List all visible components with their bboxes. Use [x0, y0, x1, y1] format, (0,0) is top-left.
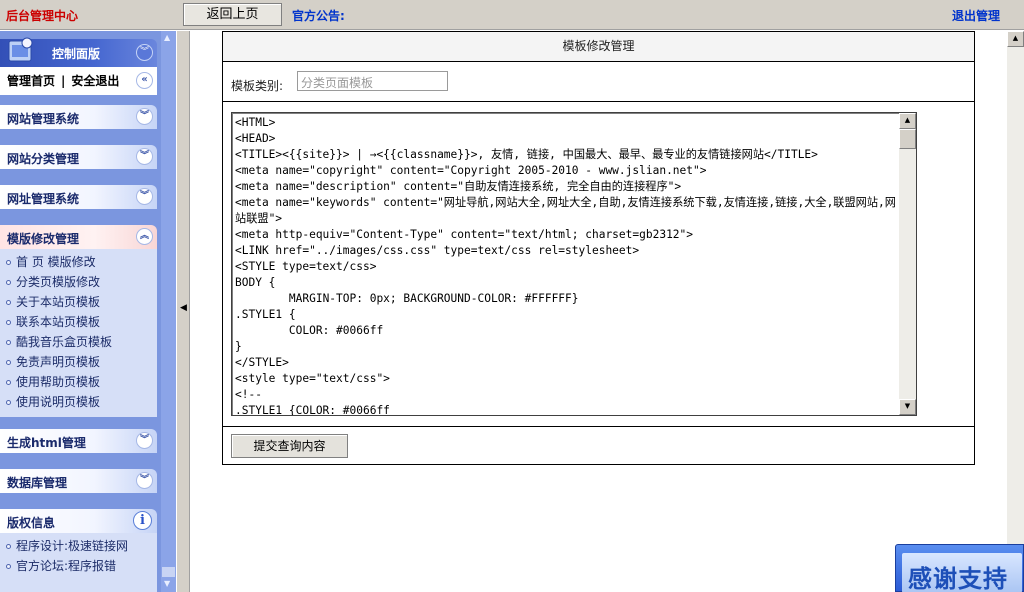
control-panel-header: 控制面版 ︾ [0, 37, 157, 67]
sidebar-item-about-template[interactable]: 关于本站页模板 [6, 293, 100, 310]
form-title: 模板修改管理 [223, 32, 974, 62]
section-title: 数据库管理 [7, 476, 68, 490]
bullet-icon [6, 360, 11, 365]
scroll-up-icon[interactable]: ▲ [899, 113, 916, 129]
official-forum-link[interactable]: 官方论坛:程序报错 [6, 557, 116, 574]
category-row: 模板类别: 分类页面模板 [223, 62, 974, 102]
template-edit-form: 模板修改管理 模板类别: 分类页面模板 <HTML> <HEAD> <TITLE… [222, 31, 975, 465]
category-label: 模板类别: [231, 79, 284, 93]
submit-button[interactable]: 提交查询内容 [231, 434, 348, 458]
template-code[interactable]: <HTML> <HEAD> <TITLE><{{site}}> | →<{{cl… [235, 115, 899, 415]
thanks-support-badge[interactable]: 感谢支持 [895, 544, 1024, 592]
sidebar-section-category-management[interactable]: 网站分类管理 ︾ [0, 145, 157, 169]
bullet-icon [6, 300, 11, 305]
bullet-icon [6, 564, 11, 569]
section-title: 生成html管理 [7, 436, 86, 450]
sidebar-scrollbar[interactable]: ▲ ▼ [161, 31, 176, 592]
sidebar-section-database-management[interactable]: 数据库管理 ︾ [0, 469, 157, 493]
sidebar-item-category-template[interactable]: 分类页模版修改 [6, 273, 100, 290]
control-panel-title: 控制面版 [52, 47, 101, 61]
section-title: 网站分类管理 [7, 152, 80, 166]
scroll-down-icon[interactable]: ▼ [164, 579, 170, 588]
submit-row: 提交查询内容 [223, 427, 974, 464]
sidebar-section-site-management[interactable]: 网站管理系统 ︾ [0, 105, 157, 129]
main-content: 模板修改管理 模板类别: 分类页面模板 <HTML> <HEAD> <TITLE… [191, 31, 1007, 592]
sidebar-item-usage-template[interactable]: 使用说明页模板 [6, 393, 100, 410]
thanks-support-text: 感谢支持 [908, 565, 1008, 592]
scroll-up-icon[interactable]: ▲ [1007, 31, 1024, 47]
sidebar-section-url-management[interactable]: 网址管理系统 ︾ [0, 185, 157, 209]
top-bar: 后台管理中心 返回上页 官方公告: 退出管理 [0, 0, 1024, 30]
chevron-down-icon[interactable]: ︾ [136, 44, 153, 61]
scroll-up-icon[interactable]: ▲ [164, 33, 170, 42]
info-icon: i [133, 511, 152, 530]
sidebar: 控制面版 ︾ 管理首页 | 安全退出 « 网站管理系统 ︾ 网站分类管理 ︾ 网址管… [0, 31, 176, 592]
collapse-left-icon[interactable]: « [136, 72, 153, 89]
code-row: <HTML> <HEAD> <TITLE><{{site}}> | →<{{cl… [223, 102, 974, 427]
link-separator: | [61, 74, 66, 88]
bullet-icon [6, 544, 11, 549]
scroll-down-icon[interactable]: ▼ [899, 399, 916, 415]
section-title: 模版修改管理 [7, 232, 80, 246]
chevron-up-icon[interactable]: ︽ [136, 228, 153, 245]
admin-home-link[interactable]: 管理首页 [7, 74, 55, 88]
sidebar-section-html-generation[interactable]: 生成html管理 ︾ [0, 429, 157, 453]
bullet-icon [6, 400, 11, 405]
sidebar-item-help-template[interactable]: 使用帮助页模板 [6, 373, 100, 390]
section-title: 网站管理系统 [7, 112, 80, 126]
control-panel-body: 管理首页 | 安全退出 « [0, 67, 157, 95]
page-scrollbar[interactable]: ▲ [1007, 31, 1024, 592]
triangle-left-icon[interactable]: ◀ [180, 303, 187, 313]
category-input[interactable]: 分类页面模板 [297, 71, 448, 91]
chevron-down-icon[interactable]: ︾ [136, 148, 153, 165]
control-panel-logo-icon [8, 37, 33, 62]
section-title: 网址管理系统 [7, 192, 80, 206]
copyright-body: 程序设计:极速链接网 官方论坛:程序报错 [0, 533, 157, 592]
chevron-down-icon[interactable]: ︾ [136, 472, 153, 489]
program-design-credit: 程序设计:极速链接网 [6, 537, 128, 554]
admin-center-title: 后台管理中心 [6, 9, 79, 23]
bullet-icon [6, 320, 11, 325]
scrollbar-thumb[interactable] [899, 129, 916, 149]
official-notice-label: 官方公告: [292, 9, 345, 23]
bullet-icon [6, 380, 11, 385]
sidebar-item-disclaimer-template[interactable]: 免责声明页模板 [6, 353, 100, 370]
sidebar-item-contact-template[interactable]: 联系本站页模板 [6, 313, 100, 330]
editor-scrollbar[interactable]: ▲ ▼ [899, 113, 916, 415]
bullet-icon [6, 340, 11, 345]
chevron-down-icon[interactable]: ︾ [136, 108, 153, 125]
chevron-down-icon[interactable]: ︾ [136, 188, 153, 205]
bullet-icon [6, 260, 11, 265]
copyright-section-header: 版权信息 i [0, 509, 157, 533]
section-title: 版权信息 [7, 516, 56, 530]
back-button[interactable]: 返回上页 [183, 3, 282, 26]
sidebar-section-template-management[interactable]: 模版修改管理 ︽ [0, 225, 157, 249]
logout-link[interactable]: 退出管理 [952, 7, 1000, 24]
sidebar-item-music-template[interactable]: 酷我音乐盒页模板 [6, 333, 112, 350]
sidebar-toggle-splitter[interactable]: ◀ [176, 31, 190, 592]
sidebar-item-home-template[interactable]: 首 页 模版修改 [6, 253, 96, 270]
bullet-icon [6, 280, 11, 285]
template-code-editor[interactable]: <HTML> <HEAD> <TITLE><{{site}}> | →<{{cl… [231, 112, 917, 416]
chevron-down-icon[interactable]: ︾ [136, 432, 153, 449]
safe-exit-link[interactable]: 安全退出 [71, 74, 119, 88]
template-menu: 首 页 模版修改 分类页模版修改 关于本站页模板 联系本站页模板 酷我音乐盒页模… [0, 249, 157, 417]
scrollbar-thumb[interactable] [162, 567, 175, 577]
badge-inner: 感谢支持 [902, 553, 1022, 592]
